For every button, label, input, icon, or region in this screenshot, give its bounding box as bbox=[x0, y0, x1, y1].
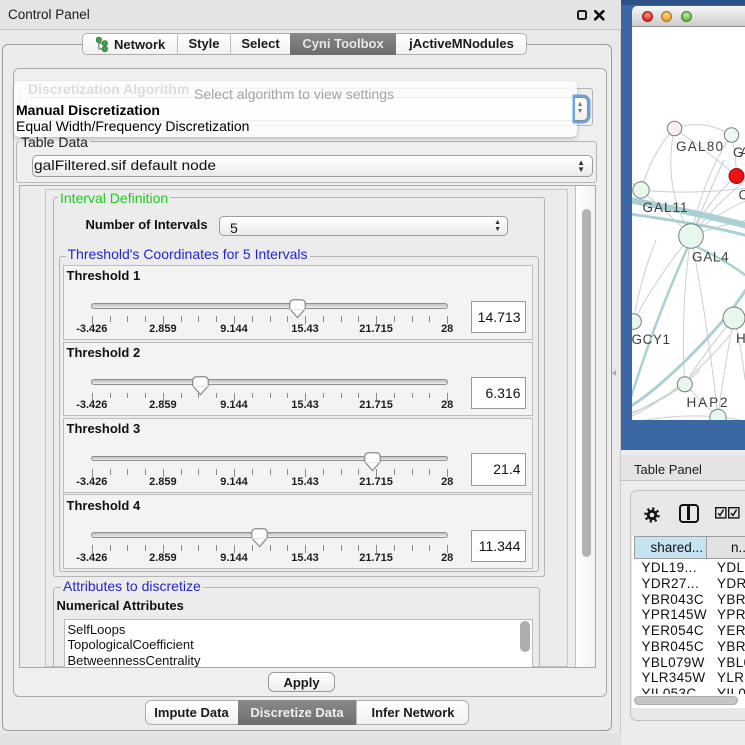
svg-text:GCY1: GCY1 bbox=[632, 332, 670, 347]
svg-text:CR: CR bbox=[739, 188, 745, 203]
svg-text:H: H bbox=[736, 331, 745, 346]
svg-text:HAP2: HAP2 bbox=[687, 395, 728, 410]
svg-text:GAL11: GAL11 bbox=[643, 200, 688, 215]
svg-text:GA: GA bbox=[733, 145, 745, 160]
svg-text:GAL4: GAL4 bbox=[692, 250, 729, 265]
svg-text:GAL80: GAL80 bbox=[676, 139, 723, 154]
